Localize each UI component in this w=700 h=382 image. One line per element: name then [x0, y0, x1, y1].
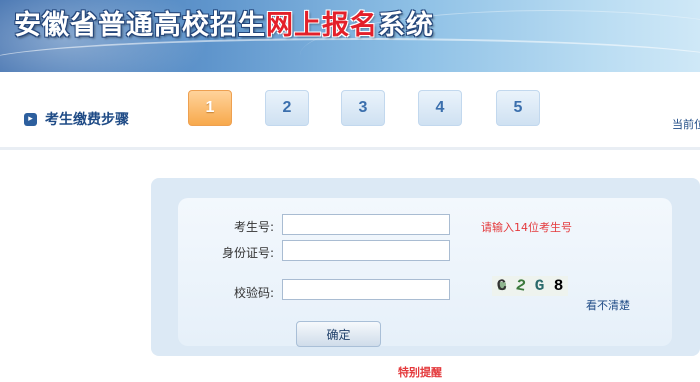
- current-position-label: 当前位: [672, 118, 700, 131]
- step-4[interactable]: 4: [418, 90, 462, 126]
- captcha-refresh-link[interactable]: 看不清楚: [586, 297, 630, 313]
- captcha-char: G: [534, 277, 545, 295]
- header-banner: 安徽省普通高校招生网上报名系统: [0, 0, 700, 72]
- step-5[interactable]: 5: [496, 90, 540, 126]
- id-number-label: 身份证号:: [221, 246, 274, 260]
- special-notice[interactable]: 特别提醒: [398, 364, 442, 380]
- id-number-input[interactable]: [282, 240, 450, 261]
- step-1[interactable]: 1: [188, 90, 232, 126]
- site-title-prefix: 安徽省普通高校招生: [14, 10, 266, 41]
- steps-bar: ▸ 考生缴费步骤 1 2 3 4 5 当前位: [0, 72, 700, 150]
- site-title: 安徽省普通高校招生网上报名系统: [14, 6, 434, 46]
- arrow-right-icon: ▸: [24, 112, 37, 126]
- steps-heading: ▸ 考生缴费步骤: [24, 110, 129, 128]
- step-3[interactable]: 3: [341, 90, 385, 126]
- site-title-suffix: 系统: [378, 10, 434, 41]
- captcha-input[interactable]: [282, 279, 450, 300]
- exam-number-label: 考生号:: [233, 220, 274, 234]
- captcha-char: 2: [514, 276, 527, 296]
- step-2[interactable]: 2: [265, 90, 309, 126]
- site-title-highlight: 网上报名: [266, 10, 378, 41]
- captcha-image[interactable]: C 2 G 8: [492, 276, 568, 296]
- submit-button[interactable]: 确定: [296, 321, 381, 347]
- captcha-label: 校验码:: [233, 286, 274, 300]
- captcha-char: 8: [553, 277, 564, 295]
- captcha-char: C: [495, 276, 508, 296]
- exam-number-input[interactable]: [282, 214, 450, 235]
- steps-heading-label: 考生缴费步骤: [45, 112, 129, 128]
- exam-number-hint: 请输入14位考生号: [481, 221, 572, 234]
